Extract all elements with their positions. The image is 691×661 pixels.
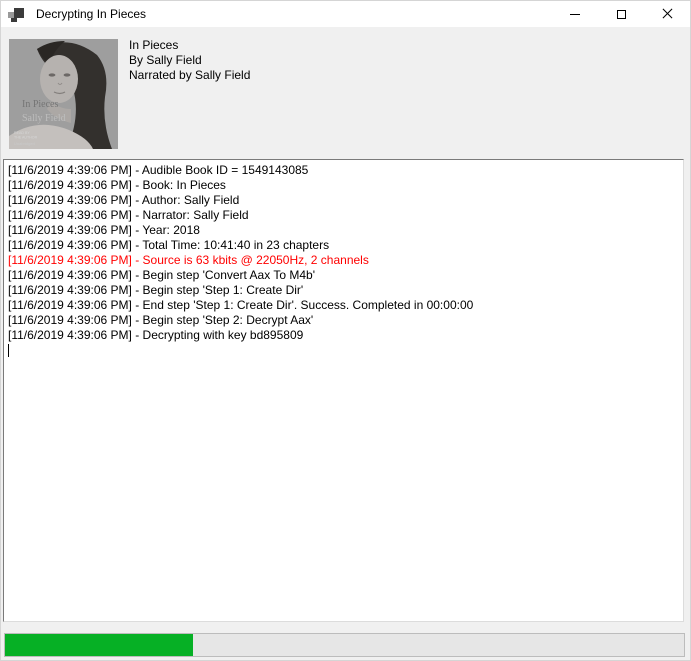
window-controls xyxy=(552,1,690,27)
close-button[interactable] xyxy=(644,1,690,27)
maximize-button[interactable] xyxy=(598,1,644,27)
book-title: In Pieces xyxy=(129,38,250,53)
log-line: [11/6/2019 4:39:06 PM] - Source is 63 kb… xyxy=(8,253,679,268)
book-narrator: Narrated by Sally Field xyxy=(129,68,250,83)
maximize-icon xyxy=(617,10,626,19)
log-line: [11/6/2019 4:39:06 PM] - Total Time: 10:… xyxy=(8,238,679,253)
log-line: [11/6/2019 4:39:06 PM] - Begin step 'Ste… xyxy=(8,313,679,328)
app-window: Decrypting In Pieces xyxy=(0,0,691,661)
cover-title-text: In Pieces xyxy=(22,99,58,110)
book-author: By Sally Field xyxy=(129,53,250,68)
minimize-button[interactable] xyxy=(552,1,598,27)
log-line: [11/6/2019 4:39:06 PM] - Narrator: Sally… xyxy=(8,208,679,223)
log-line: [11/6/2019 4:39:06 PM] - Begin step 'Ste… xyxy=(8,283,679,298)
progress-fill xyxy=(5,634,193,656)
log-line: [11/6/2019 4:39:06 PM] - Decrypting with… xyxy=(8,328,679,343)
cover-author-text: Sally Field xyxy=(22,113,66,124)
progress-bar xyxy=(4,633,685,657)
svg-text:THE AUTHOR: THE AUTHOR xyxy=(14,136,38,140)
window-title: Decrypting In Pieces xyxy=(36,7,146,21)
book-cover-image: In Pieces Sally Field READ BY THE AUTHOR… xyxy=(9,39,118,149)
cover-readby-text: READ BY xyxy=(14,131,30,135)
log-line: [11/6/2019 4:39:06 PM] - Year: 2018 xyxy=(8,223,679,238)
log-textbox[interactable]: [11/6/2019 4:39:06 PM] - Audible Book ID… xyxy=(3,159,684,622)
book-info: In Pieces By Sally Field Narrated by Sal… xyxy=(129,38,250,83)
cover-edition-text: Unabridged xyxy=(14,141,35,146)
close-icon xyxy=(662,9,672,19)
minimize-icon xyxy=(570,14,580,15)
app-icon xyxy=(8,6,24,22)
log-line: [11/6/2019 4:39:06 PM] - Book: In Pieces xyxy=(8,178,679,193)
log-line: [11/6/2019 4:39:06 PM] - Audible Book ID… xyxy=(8,163,679,178)
title-bar: Decrypting In Pieces xyxy=(1,1,690,27)
log-line: [11/6/2019 4:39:06 PM] - End step 'Step … xyxy=(8,298,679,313)
log-line: [11/6/2019 4:39:06 PM] - Begin step 'Con… xyxy=(8,268,679,283)
log-line: [11/6/2019 4:39:06 PM] - Author: Sally F… xyxy=(8,193,679,208)
text-caret xyxy=(8,344,9,357)
